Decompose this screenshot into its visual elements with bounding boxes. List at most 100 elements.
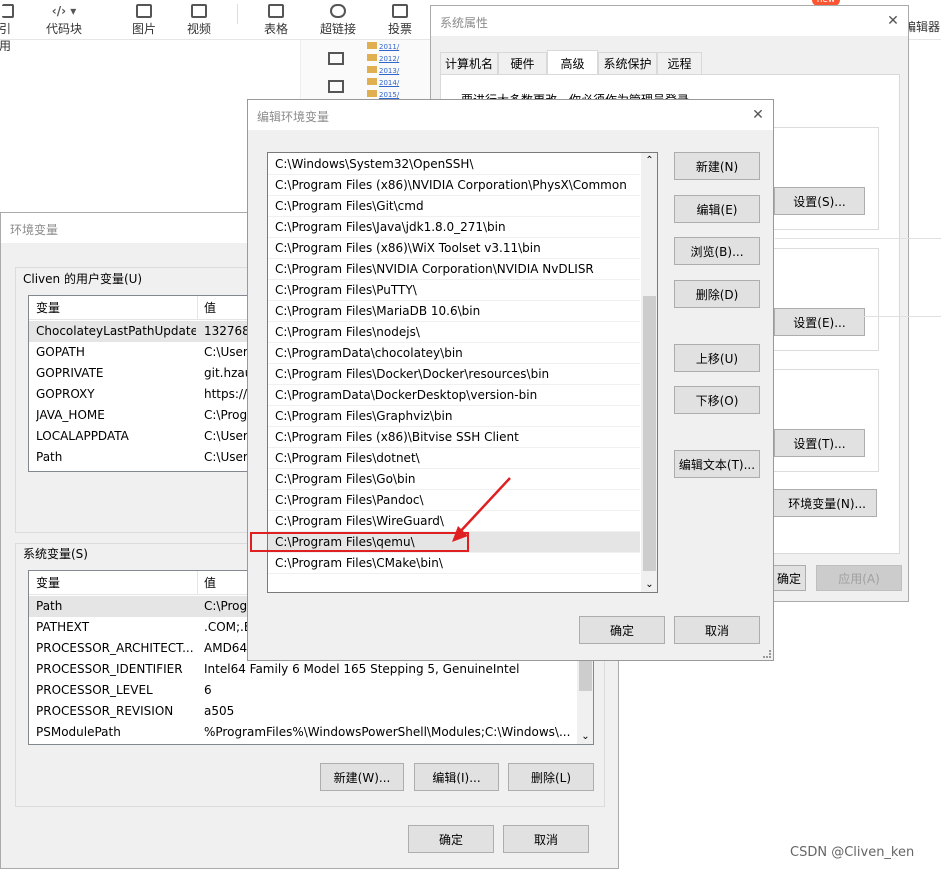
new-path-button[interactable]: 新建(N) — [674, 152, 760, 180]
resize-grip-icon[interactable] — [763, 650, 771, 658]
archive-item[interactable]: 2011/ — [367, 42, 427, 54]
path-list-item[interactable]: C:\Program Files\dotnet\ — [268, 448, 640, 469]
variable-value: %ProgramFiles%\WindowsPowerShell\Modules… — [204, 725, 571, 739]
variable-name: JAVA_HOME — [36, 408, 105, 422]
table-row[interactable]: PROCESSOR_REVISION a505 — [29, 701, 593, 722]
variable-name: PROCESSOR_LEVEL — [36, 683, 153, 697]
move-down-button[interactable]: 下移(O) — [674, 386, 760, 414]
system-edit-button[interactable]: 编辑(I)... — [414, 763, 499, 791]
table-row[interactable]: PROCESSOR_LEVEL 6 — [29, 680, 593, 701]
path-list-item[interactable]: C:\Program Files (x86)\WiX Toolset v3.11… — [268, 238, 640, 259]
scroll-thumb[interactable] — [579, 661, 592, 691]
desktop: { "toolbar": { "items": ["引用","代码块","图片"… — [0, 0, 941, 869]
path-list-item[interactable]: C:\Program Files (x86)\Bitvise SSH Clien… — [268, 427, 640, 448]
toolbar-divider — [237, 4, 238, 24]
chevron-down-icon[interactable]: ⌄ — [641, 579, 657, 590]
toolbar-quote[interactable]: 引用 — [0, 4, 20, 54]
toolbar-vote[interactable]: 投票 — [382, 4, 418, 37]
table-row[interactable]: GOPROXY https://g — [29, 384, 249, 405]
path-list-item[interactable]: C:\ProgramData\DockerDesktop\version-bin — [268, 385, 640, 406]
path-list-item[interactable]: C:\ProgramData\chocolatey\bin — [268, 343, 640, 364]
variable-value: Intel64 Family 6 Model 165 Stepping 5, G… — [204, 662, 520, 676]
envvars-ok-button[interactable]: 确定 — [408, 825, 494, 853]
table-row[interactable]: LOCALAPPDATA C:\Users — [29, 426, 249, 447]
path-list-item[interactable]: C:\Program Files\MariaDB 10.6\bin — [268, 301, 640, 322]
highlight-box — [250, 532, 469, 552]
edit-path-button[interactable]: 编辑(E) — [674, 195, 760, 223]
path-list-item[interactable]: C:\Windows\System32\OpenSSH\ — [268, 154, 640, 175]
edit-dialog-ok-button[interactable]: 确定 — [579, 616, 665, 644]
toolbar-table[interactable]: 表格 — [258, 4, 294, 37]
archive-item[interactable]: 2014/ — [367, 78, 427, 90]
toolbar-editor-label[interactable]: 编辑器 — [904, 18, 940, 35]
archive-item[interactable]: 2012/ — [367, 54, 427, 66]
variable-value: a505 — [204, 704, 235, 718]
table-row[interactable]: PROCESSOR_IDENTIFIER Intel64 Family 6 Mod… — [29, 659, 593, 680]
tab-remote[interactable]: 远程 — [657, 52, 702, 74]
path-list-item[interactable]: C:\Program Files\Java\jdk1.8.0_271\bin — [268, 217, 640, 238]
sysprops-titlebar: 系统属性 ✕ — [431, 6, 908, 36]
column-header-variable[interactable]: 变量 — [36, 571, 196, 595]
tab-advanced[interactable]: 高级 — [547, 50, 598, 76]
variable-value: git.hzau — [204, 366, 250, 380]
scroll-thumb[interactable] — [643, 296, 656, 571]
chevron-down-icon[interactable]: ⌄ — [577, 731, 593, 742]
columns-icon[interactable] — [328, 80, 344, 93]
close-icon[interactable]: ✕ — [748, 105, 768, 125]
path-list-item[interactable]: C:\Program Files\Git\cmd — [268, 196, 640, 217]
layout-icon[interactable] — [328, 52, 344, 65]
variable-name: GOPATH — [36, 345, 85, 359]
path-list-item[interactable]: C:\Program Files\Docker\Docker\resources… — [268, 364, 640, 385]
archive-item[interactable]: 2013/ — [367, 66, 427, 78]
archive-list: 2011/ 2012/ 2013/ 2014/ 2015/ — [367, 42, 427, 102]
edit-dialog-cancel-button[interactable]: 取消 — [674, 616, 760, 644]
delete-path-button[interactable]: 删除(D) — [674, 280, 760, 308]
apply-button[interactable]: 应用(A) — [816, 565, 902, 591]
user-vars-list[interactable]: 变量 值 ChocolateyLastPathUpdate 1327683 GOPA… — [28, 295, 250, 472]
startup-settings-button[interactable]: 设置(T)... — [774, 429, 865, 457]
path-list-item[interactable]: C:\Program Files\PuTTY\ — [268, 280, 640, 301]
edit-text-button[interactable]: 编辑文本(T)... — [674, 450, 760, 478]
profiles-settings-button[interactable]: 设置(E)... — [774, 308, 865, 336]
envvars-cancel-button[interactable]: 取消 — [503, 825, 589, 853]
path-list-item[interactable]: C:\Program Files\CMake\bin\ — [268, 553, 640, 574]
table-row[interactable]: ChocolateyLastPathUpdate 1327683 — [29, 321, 249, 342]
toolbar-codeblock[interactable]: ‹/› ▾ 代码块 — [42, 4, 86, 37]
annotation-arrow — [452, 477, 511, 542]
variable-name: LOCALAPPDATA — [36, 429, 129, 443]
table-row[interactable]: JAVA_HOME C:\Prog — [29, 405, 249, 426]
table-row[interactable]: PSModulePath %ProgramFiles%\WindowsPowerS… — [29, 722, 593, 743]
column-header-value[interactable]: 值 — [204, 296, 249, 320]
chevron-up-icon[interactable]: ⌃ — [641, 155, 657, 166]
link-icon — [330, 4, 346, 18]
column-header-variable[interactable]: 变量 — [36, 296, 196, 320]
tab-system-protection[interactable]: 系统保护 — [598, 52, 657, 74]
folder-icon — [367, 90, 377, 97]
table-row[interactable]: GOPRIVATE git.hzau — [29, 363, 249, 384]
path-list-item[interactable]: C:\Program Files (x86)\NVIDIA Corporatio… — [268, 175, 640, 196]
system-new-button[interactable]: 新建(W)... — [320, 763, 404, 791]
tab-computer-name[interactable]: 计算机名 — [440, 52, 498, 74]
tab-hardware[interactable]: 硬件 — [498, 52, 547, 74]
browse-button[interactable]: 浏览(B)... — [674, 237, 760, 265]
variable-name: PROCESSOR_IDENTIFIER — [36, 662, 183, 676]
variable-name: ChocolateyLastPathUpdate — [36, 324, 196, 338]
path-list-scrollbar[interactable]: ⌃ ⌄ — [641, 153, 657, 592]
path-list-item[interactable]: C:\Program Files\nodejs\ — [268, 322, 640, 343]
performance-settings-button[interactable]: 设置(S)... — [774, 187, 865, 215]
path-list-item[interactable]: C:\Program Files\NVIDIA Corporation\NVID… — [268, 259, 640, 280]
path-list-item[interactable]: C:\Program Files\Graphviz\bin — [268, 406, 640, 427]
variable-value: 1327683 — [204, 324, 250, 338]
table-row[interactable]: Path C:\Users — [29, 447, 249, 468]
move-up-button[interactable]: 上移(U) — [674, 344, 760, 372]
watermark: CSDN @Cliven_ken — [790, 845, 915, 860]
toolbar-link[interactable]: 超链接 — [316, 4, 360, 37]
variable-name: Path — [36, 599, 63, 613]
toolbar-video[interactable]: 视频 — [181, 4, 217, 37]
table-row[interactable]: GOPATH C:\Users — [29, 342, 249, 363]
close-icon[interactable]: ✕ — [883, 11, 903, 31]
toolbar-image[interactable]: 图片 — [126, 4, 162, 37]
system-delete-button[interactable]: 删除(L) — [508, 763, 594, 791]
folder-icon — [367, 78, 377, 85]
toolbar-table-label: 表格 — [263, 22, 288, 36]
